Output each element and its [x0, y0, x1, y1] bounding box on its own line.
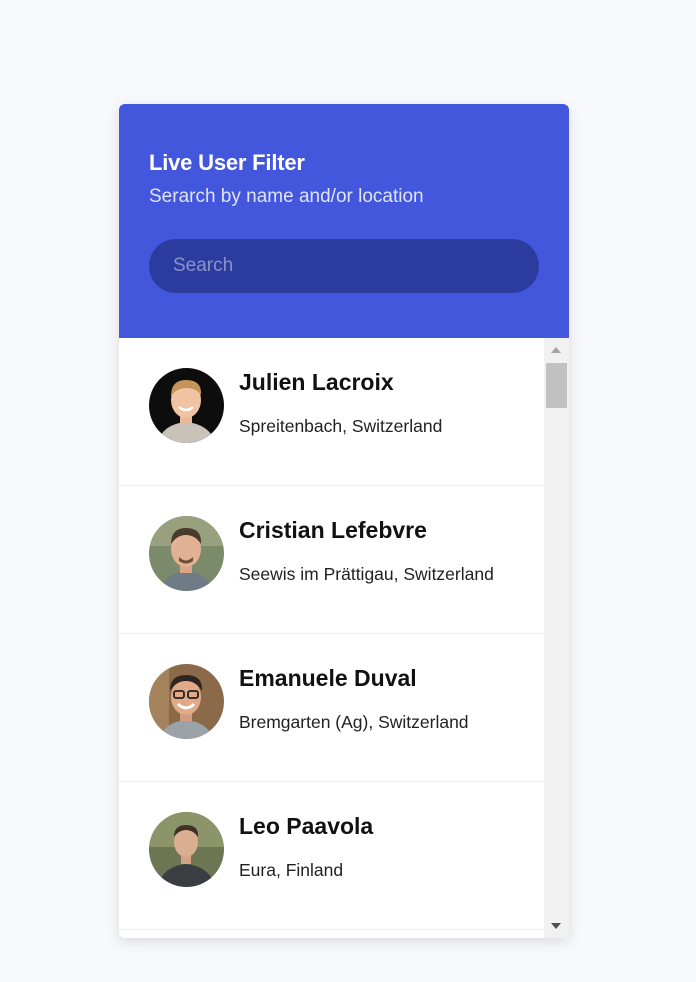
search-input[interactable] — [149, 239, 539, 293]
user-location: Spreitenbach, Switzerland — [239, 416, 443, 436]
list-item: Cristian Lefebvre Seewis im Prättigau, S… — [119, 486, 544, 634]
list-item: Emanuele Duval Bremgarten (Ag), Switzerl… — [119, 634, 544, 782]
user-name: Emanuele Duval — [239, 665, 417, 691]
list-scrollbar[interactable] — [544, 338, 569, 938]
scroll-up-arrow-icon[interactable] — [551, 347, 561, 353]
user-location: Eura, Finland — [239, 860, 344, 880]
list-item: Leo Paavola Eura, Finland — [119, 782, 544, 930]
scrollbar-thumb[interactable] — [546, 363, 567, 408]
page-title: Live User Filter — [149, 150, 305, 175]
user-list[interactable]: Julien Lacroix Spreitenbach, Switzerland… — [119, 338, 544, 938]
scroll-down-arrow-icon[interactable] — [551, 923, 561, 929]
user-name: Cristian Lefebvre — [239, 517, 427, 543]
user-location: Bremgarten (Ag), Switzerland — [239, 712, 469, 732]
page-subtitle: Serarch by name and/or location — [149, 186, 424, 207]
card-header: Live User Filter Serarch by name and/or … — [119, 104, 569, 338]
user-filter-card: Live User Filter Serarch by name and/or … — [119, 104, 569, 938]
user-location: Seewis im Prättigau, Switzerland — [239, 564, 494, 584]
user-name: Leo Paavola — [239, 813, 374, 839]
avatar — [149, 812, 224, 887]
avatar — [149, 516, 224, 591]
avatar — [149, 664, 224, 739]
avatar — [149, 368, 224, 443]
user-name: Julien Lacroix — [239, 369, 394, 395]
list-item: Julien Lacroix Spreitenbach, Switzerland — [119, 338, 544, 486]
